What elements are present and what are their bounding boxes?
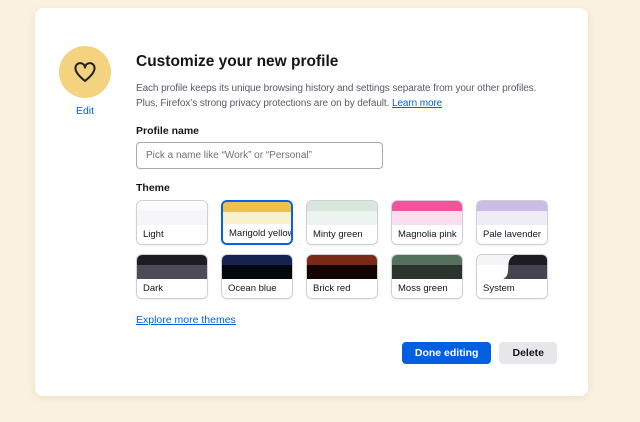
theme-name-label: Brick red — [307, 279, 377, 298]
heart-icon — [72, 59, 98, 85]
explore-more-themes-link[interactable]: Explore more themes — [136, 314, 236, 326]
theme-card-ocean-blue[interactable]: Ocean blue — [221, 254, 293, 299]
theme-preview-system — [477, 255, 547, 279]
profile-name-input[interactable] — [136, 142, 383, 169]
theme-name-label: Ocean blue — [222, 279, 292, 298]
theme-grid: Light Marigold yellow Minty green Magnolia … — [136, 200, 557, 299]
description: Each profile keeps its unique browsing h… — [136, 81, 557, 111]
theme-card-light[interactable]: Light — [136, 200, 208, 245]
theme-card-system[interactable]: System — [476, 254, 548, 299]
theme-body-minty-green — [307, 211, 377, 225]
theme-body-light — [137, 211, 207, 225]
theme-strip-ocean-blue — [222, 255, 292, 265]
theme-strip-moss-green — [392, 255, 462, 265]
avatar[interactable] — [59, 46, 111, 98]
page-title: Customize your new profile — [136, 52, 557, 71]
theme-preview-minty-green — [307, 201, 377, 225]
theme-strip-light — [137, 201, 207, 211]
theme-preview-light — [137, 201, 207, 225]
theme-preview-pale-lavender — [477, 201, 547, 225]
theme-label: Theme — [136, 182, 557, 194]
theme-body-marigold-yellow — [223, 212, 291, 224]
theme-card-magnolia-pink[interactable]: Magnolia pink — [391, 200, 463, 245]
theme-preview-moss-green — [392, 255, 462, 279]
theme-body-pale-lavender — [477, 211, 547, 225]
theme-body-ocean-blue — [222, 265, 292, 279]
theme-preview-marigold-yellow — [223, 202, 291, 224]
profile-name-label: Profile name — [136, 125, 557, 137]
theme-name-label: System — [477, 279, 547, 298]
theme-strip-marigold-yellow — [223, 202, 291, 212]
description-text: Each profile keeps its unique browsing h… — [136, 83, 536, 109]
theme-strip-minty-green — [307, 201, 377, 211]
theme-preview-dark — [137, 255, 207, 279]
action-buttons: Done editing Delete — [136, 342, 557, 364]
theme-name-label: Dark — [137, 279, 207, 298]
theme-preview-magnolia-pink — [392, 201, 462, 225]
theme-body-moss-green — [392, 265, 462, 279]
learn-more-link[interactable]: Learn more — [392, 98, 442, 109]
main-column: Customize your new profile Each profile … — [136, 52, 557, 364]
theme-strip-dark — [137, 255, 207, 265]
theme-body-brick-red — [307, 265, 377, 279]
theme-name-label: Minty green — [307, 225, 377, 244]
theme-name-label: Moss green — [392, 279, 462, 298]
theme-card-brick-red[interactable]: Brick red — [306, 254, 378, 299]
theme-card-moss-green[interactable]: Moss green — [391, 254, 463, 299]
theme-strip-magnolia-pink — [392, 201, 462, 211]
done-editing-button[interactable]: Done editing — [402, 342, 492, 364]
avatar-edit-link[interactable]: Edit — [76, 105, 94, 117]
theme-card-marigold-yellow[interactable]: Marigold yellow — [221, 200, 293, 245]
theme-card-dark[interactable]: Dark — [136, 254, 208, 299]
system-theme-split-icon — [477, 255, 547, 279]
theme-strip-pale-lavender — [477, 201, 547, 211]
theme-strip-brick-red — [307, 255, 377, 265]
theme-name-label: Marigold yellow — [223, 224, 291, 243]
theme-body-magnolia-pink — [392, 211, 462, 225]
avatar-column: Edit — [59, 46, 111, 119]
theme-name-label: Light — [137, 225, 207, 244]
theme-card-pale-lavender[interactable]: Pale lavender — [476, 200, 548, 245]
page-background: Edit Customize your new profile Each pro… — [0, 0, 640, 422]
theme-name-label: Magnolia pink — [392, 225, 462, 244]
theme-body-dark — [137, 265, 207, 279]
theme-name-label: Pale lavender — [477, 225, 547, 244]
theme-preview-brick-red — [307, 255, 377, 279]
profile-settings-card: Edit Customize your new profile Each pro… — [35, 8, 588, 396]
theme-card-minty-green[interactable]: Minty green — [306, 200, 378, 245]
delete-button[interactable]: Delete — [499, 342, 557, 364]
theme-preview-ocean-blue — [222, 255, 292, 279]
